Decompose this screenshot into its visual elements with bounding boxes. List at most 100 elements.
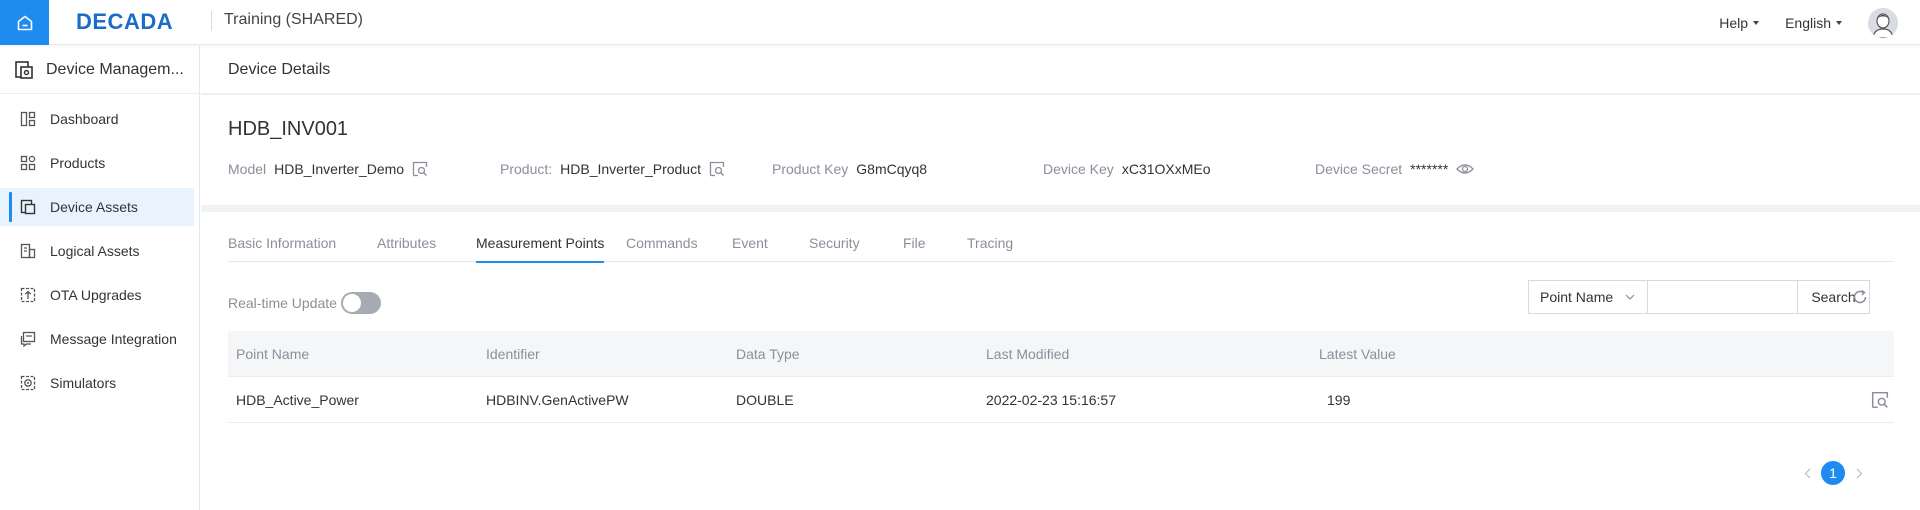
products-icon	[20, 155, 36, 171]
tab-tracing[interactable]: Tracing	[967, 235, 1013, 262]
realtime-update-label: Real-time Update	[228, 295, 337, 311]
realtime-update-toggle[interactable]	[341, 292, 381, 314]
avatar[interactable]	[1868, 7, 1898, 38]
sidebar-item-label: Logical Assets	[50, 243, 140, 259]
device-secret-label: Device Secret	[1315, 161, 1403, 177]
identifier-cell: HDBINV.GenActivePW	[486, 391, 629, 408]
chevron-down-icon	[1625, 294, 1635, 300]
tab-measurement-points[interactable]: Measurement Points	[476, 235, 605, 263]
sidebar-item-products[interactable]: Products	[0, 144, 199, 182]
search-group: Point Name Search	[1528, 280, 1870, 314]
view-product-icon[interactable]	[709, 161, 725, 177]
sidebar-header[interactable]: Device Managem...	[0, 46, 199, 94]
caret-down-icon	[1836, 21, 1842, 25]
sidebar-title: Device Managem...	[46, 60, 184, 78]
product-key-label: Product Key	[772, 161, 849, 177]
decada-logo[interactable]: DECADA	[76, 9, 173, 35]
top-bar: DECADA Training (SHARED) Help English	[0, 0, 1920, 45]
column-header: Identifier	[486, 345, 540, 362]
column-header: Point Name	[236, 345, 310, 362]
tab-file[interactable]: File	[903, 235, 926, 262]
tab-commands[interactable]: Commands	[626, 235, 698, 262]
tab-security[interactable]: Security	[809, 235, 860, 262]
chevron-left-icon	[1804, 468, 1810, 478]
toggle-knob	[343, 294, 361, 312]
table-row: HDB_Active_Power HDBINV.GenActivePW DOUB…	[228, 377, 1894, 423]
sidebar-item-dashboard[interactable]: Dashboard	[0, 100, 199, 138]
pagination: 1	[1800, 461, 1866, 485]
sidebar-item-ota-upgrades[interactable]: OTA Upgrades	[0, 276, 199, 314]
message-integration-icon	[20, 331, 36, 347]
point-name-cell: HDB_Active_Power	[236, 391, 359, 408]
device-name: HDB_INV001	[228, 118, 349, 140]
divider	[211, 11, 212, 31]
model-field: Model HDB_Inverter_Demo	[228, 161, 428, 177]
device-secret-field: Device Secret *******	[1315, 161, 1475, 177]
prev-page-button[interactable]	[1800, 468, 1814, 479]
language-menu[interactable]: English	[1785, 15, 1842, 31]
search-field-select[interactable]: Point Name	[1528, 280, 1648, 314]
page-header: Device Details	[201, 46, 1920, 94]
sidebar-item-device-assets[interactable]: Device Assets	[0, 188, 194, 226]
logical-assets-icon	[20, 243, 36, 259]
device-management-icon	[15, 60, 33, 79]
view-history-icon[interactable]	[1871, 391, 1889, 409]
sidebar-item-label: Simulators	[50, 375, 117, 391]
user-avatar-icon	[1868, 7, 1898, 38]
data-type-cell: DOUBLE	[736, 391, 794, 408]
ota-upgrades-icon	[20, 287, 36, 303]
chevron-right-icon	[1856, 468, 1862, 478]
main-content: Device Details HDB_INV001 Model HDB_Inve…	[201, 46, 1920, 510]
sidebar: Device Managem... Dashboard Products Dev…	[0, 46, 200, 510]
measurement-points-table: Point Name Identifier Data Type Last Mod…	[228, 331, 1894, 423]
language-label: English	[1785, 14, 1831, 31]
page-number-button[interactable]: 1	[1821, 461, 1845, 485]
sidebar-item-message-integration[interactable]: Message Integration	[0, 320, 199, 358]
search-input[interactable]	[1648, 280, 1798, 314]
home-button[interactable]	[0, 0, 49, 45]
help-menu[interactable]: Help	[1719, 14, 1760, 31]
dashboard-icon	[20, 111, 36, 127]
device-key-value: xC31OXxMEo	[1121, 161, 1211, 177]
sidebar-item-label: Dashboard	[50, 111, 119, 127]
product-label: Product:	[500, 161, 553, 177]
top-right-menu: Help English	[1719, 0, 1920, 45]
device-key-label: Device Key	[1043, 161, 1114, 177]
product-key-field: Product Key G8mCqyq8	[772, 161, 927, 177]
next-page-button[interactable]	[1852, 468, 1866, 479]
tab-event[interactable]: Event	[732, 235, 768, 262]
model-label: Model	[228, 161, 267, 177]
sidebar-item-logical-assets[interactable]: Logical Assets	[0, 232, 199, 270]
tab-attributes[interactable]: Attributes	[377, 235, 436, 262]
model-value: HDB_Inverter_Demo	[274, 161, 405, 177]
column-header: Last Modified	[986, 345, 1070, 362]
tab-basic-information[interactable]: Basic Information	[228, 235, 336, 262]
last-modified-cell: 2022-02-23 15:16:57	[986, 391, 1116, 408]
caret-down-icon	[1753, 21, 1760, 25]
column-header: Data Type	[736, 345, 800, 362]
eye-icon[interactable]	[1456, 161, 1475, 177]
device-summary-card: HDB_INV001 Model HDB_Inverter_Demo Produ…	[201, 95, 1920, 205]
product-field: Product: HDB_Inverter_Product	[500, 161, 725, 177]
page-title: Device Details	[228, 61, 331, 78]
refresh-icon[interactable]	[1852, 289, 1868, 305]
view-model-icon[interactable]	[412, 161, 428, 177]
help-label: Help	[1719, 14, 1749, 31]
column-header: Latest Value	[1319, 345, 1396, 362]
device-assets-icon	[20, 199, 36, 215]
table-header: Point Name Identifier Data Type Last Mod…	[228, 331, 1894, 377]
device-secret-value: *******	[1410, 161, 1449, 177]
sidebar-item-label: Message Integration	[50, 331, 177, 347]
latest-value-cell: 199	[1327, 391, 1351, 408]
tab-bar: Basic Information Attributes Measurement…	[228, 212, 1894, 263]
measurement-points-panel: Basic Information Attributes Measurement…	[201, 212, 1920, 510]
search-field-selected: Point Name	[1540, 289, 1614, 305]
product-key-value: G8mCqyq8	[856, 161, 928, 177]
sidebar-item-simulators[interactable]: Simulators	[0, 364, 199, 402]
product-value: HDB_Inverter_Product	[560, 161, 701, 177]
workspace-name[interactable]: Training (SHARED)	[224, 11, 363, 29]
home-icon	[17, 15, 32, 30]
sidebar-item-label: OTA Upgrades	[50, 287, 142, 303]
sidebar-item-label: Device Assets	[50, 199, 138, 215]
device-key-field: Device Key xC31OXxMEo	[1043, 161, 1211, 177]
